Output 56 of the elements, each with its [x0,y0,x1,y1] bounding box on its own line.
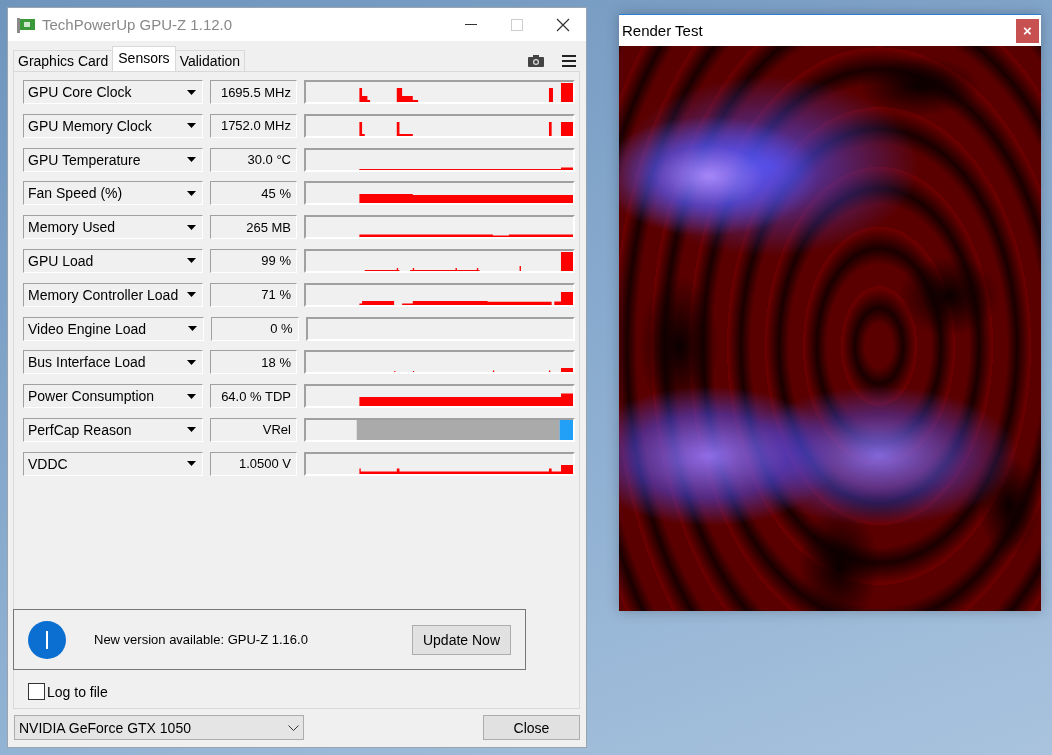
dropdown-caret-icon [186,224,196,230]
sensor-dropdown[interactable]: PerfCap Reason [23,417,203,442]
sensor-dropdown[interactable]: Bus Interface Load [23,350,203,375]
tab[interactable]: Validation [174,50,246,71]
close-dialog-button[interactable]: Close [483,715,580,740]
dropdown-caret-icon [186,157,196,163]
graphics-card-icon [16,16,36,33]
dropdown-caret-icon [186,393,196,399]
tab[interactable]: Graphics Card [13,50,114,71]
sensor-value: VRel [209,417,297,442]
update-now-button[interactable]: Update Now [411,624,511,655]
log-checkbox[interactable] [28,683,45,700]
sensor-value: 45 % [209,181,297,206]
dropdown-caret-icon [186,123,196,129]
sensor-value: 64.0 % TDP [209,384,297,409]
sensor-dropdown[interactable]: Power Consumption [23,384,203,409]
notification-message: New version available: GPU-Z 1.16.0 [94,632,309,647]
sensor-value: 30.0 °C [209,147,297,172]
maximize-icon [511,18,523,31]
menu-icon[interactable] [562,55,576,67]
sensor-value: 1695.5 MHz [209,80,297,104]
dropdown-caret-icon [186,461,196,467]
sensor-value: 1752.0 MHz [209,113,297,138]
info-icon [28,620,66,659]
close-icon [556,17,570,32]
sensor-dropdown[interactable]: Fan Speed (%) [23,181,203,206]
window-title: Render Test [622,22,704,39]
dropdown-caret-icon [186,190,196,196]
log-label: Log to file [47,683,108,700]
sensor-value: 1.0500 V [209,451,297,476]
window-title: TechPowerUp GPU-Z 1.12.0 [42,16,234,33]
chevron-icon [288,724,299,731]
camera-icon[interactable] [528,55,544,67]
sensor-dropdown[interactable]: GPU Core Clock [23,80,203,104]
sensor-dropdown[interactable]: Video Engine Load [23,316,204,341]
minimize-icon [465,23,477,26]
dropdown-caret-icon [186,359,196,365]
gpu-select[interactable]: NVIDIA GeForce GTX 1050 [14,715,304,740]
dropdown-caret-icon [188,326,197,332]
dropdown-caret-icon [186,292,196,298]
sensor-dropdown[interactable]: GPU Load [23,249,203,273]
close-button[interactable]: × [1016,18,1039,43]
dropdown-caret-icon [186,258,196,264]
dropdown-caret-icon [186,89,196,95]
sensor-value: 99 % [209,249,297,273]
sensor-dropdown[interactable]: Memory Used [23,215,203,240]
dropdown-caret-icon [186,427,196,433]
sensor-dropdown[interactable]: VDDC [23,451,203,476]
sensor-dropdown[interactable]: GPU Memory Clock [23,113,203,138]
sensor-dropdown[interactable]: Memory Controller Load [23,282,203,307]
sensor-value: 265 MB [209,215,297,240]
sensor-dropdown[interactable]: GPU Temperature [23,147,203,172]
sensor-value: 18 % [209,350,297,375]
tab[interactable]: Sensors [112,46,176,71]
sensor-value: 71 % [209,282,297,307]
sensor-value: 0 % [211,316,299,341]
